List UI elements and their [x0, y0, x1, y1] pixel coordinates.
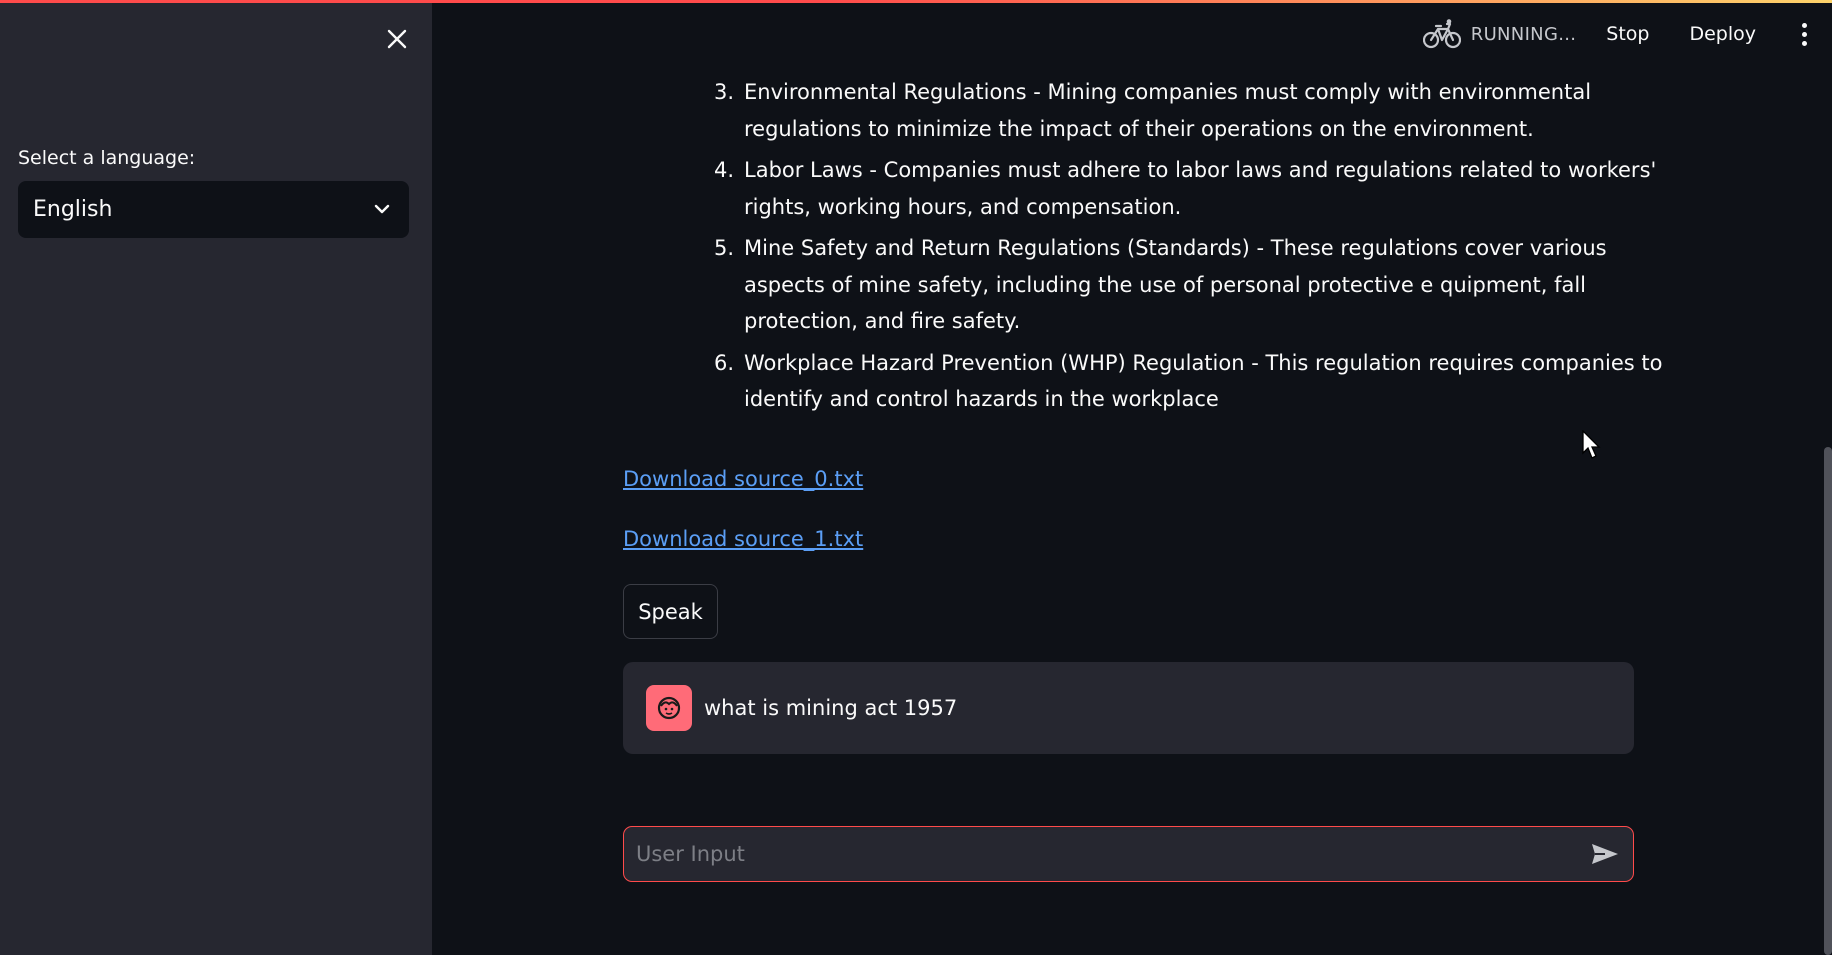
language-label: Select a language:: [18, 147, 196, 169]
chat-input-container: [623, 826, 1634, 882]
chevron-down-icon: [374, 204, 390, 214]
list-item-number: 3.: [713, 80, 734, 104]
close-sidebar-button[interactable]: [380, 22, 414, 56]
speak-button[interactable]: Speak: [623, 584, 718, 639]
download-source-0-link[interactable]: Download source_0.txt: [623, 467, 863, 491]
close-icon: [387, 29, 407, 49]
regulations-list: 3. Environmental Regulations - Mining co…: [708, 74, 1832, 423]
list-item-text: Mine Safety and Return Regulations (Stan…: [744, 236, 1607, 333]
scrollbar[interactable]: [1824, 447, 1832, 955]
list-item: 5. Mine Safety and Return Regulations (S…: [708, 230, 1832, 340]
send-button[interactable]: [1577, 827, 1633, 881]
top-accent-bar: [0, 0, 1832, 3]
mouse-cursor-icon: [1582, 430, 1601, 459]
user-input-field[interactable]: [624, 827, 1577, 881]
language-selected-value: English: [33, 197, 113, 222]
list-item-number: 5.: [713, 236, 734, 260]
list-item: 4. Labor Laws - Companies must adhere to…: [708, 152, 1832, 225]
download-source-1-link[interactable]: Download source_1.txt: [623, 527, 863, 551]
list-item: 6. Workplace Hazard Prevention (WHP) Reg…: [708, 345, 1832, 418]
list-item-text: Labor Laws - Companies must adhere to la…: [744, 158, 1657, 219]
chat-message-text: what is mining act 1957: [704, 696, 958, 720]
list-item-text: Workplace Hazard Prevention (WHP) Regula…: [744, 350, 1663, 412]
sidebar: Select a language: English: [0, 0, 432, 955]
user-avatar: [646, 685, 692, 731]
language-select[interactable]: English: [18, 181, 409, 238]
list-item-text: Environmental Regulations - Mining compa…: [744, 80, 1592, 141]
send-icon: [1592, 844, 1618, 864]
face-icon: [657, 696, 681, 720]
list-item-number: 4.: [713, 158, 734, 182]
list-item: 3. Environmental Regulations - Mining co…: [708, 74, 1832, 147]
chat-message-user: what is mining act 1957: [623, 662, 1634, 754]
list-item-number: 6.: [713, 350, 734, 375]
